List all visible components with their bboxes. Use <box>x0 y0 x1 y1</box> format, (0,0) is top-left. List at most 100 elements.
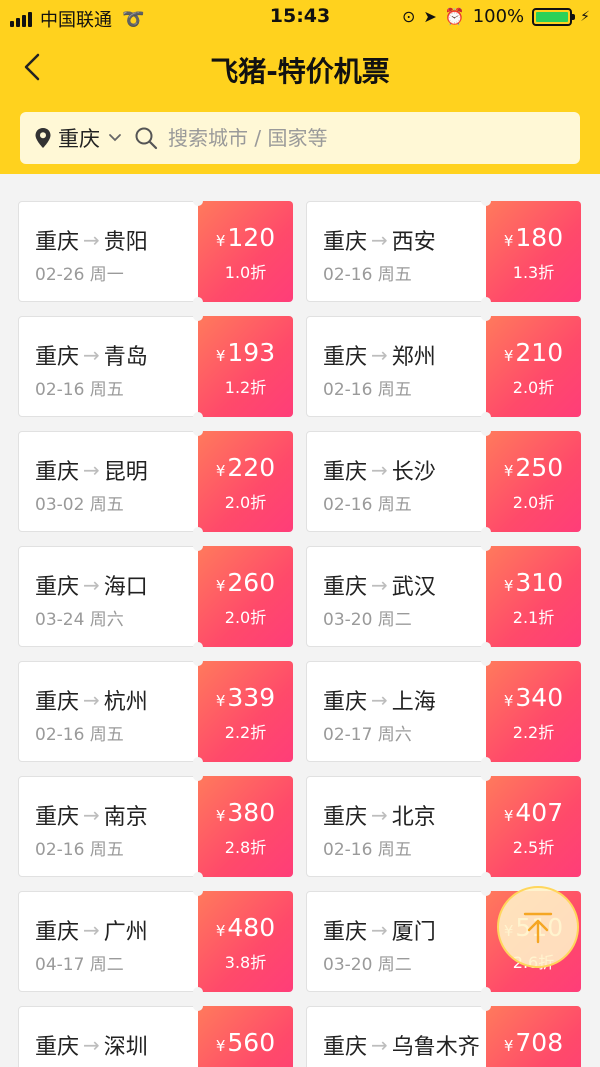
deal-route: 重庆 → 贵阳 <box>35 224 148 256</box>
deal-discount: 2.2折 <box>512 723 555 742</box>
deal-price: ¥193 <box>198 338 293 367</box>
deal-price-panel: ¥380 2.8折 <box>193 771 293 882</box>
price-value: 310 <box>515 568 564 597</box>
origin-city: 重庆 <box>35 575 80 600</box>
search-input[interactable] <box>168 126 548 150</box>
ticket-notch <box>193 771 203 781</box>
deal-price: ¥120 <box>198 223 293 252</box>
deal-date: 04-17 周二 <box>35 955 124 975</box>
deal-date: 02-26 周一 <box>35 265 124 285</box>
destination-city: 郑州 <box>391 345 436 370</box>
route-arrow-icon: → <box>83 343 100 367</box>
deal-info: 重庆 → 上海 02-17 周六 <box>307 662 488 763</box>
deal-route: 重庆 → 长沙 <box>323 454 436 486</box>
deal-discount: 1.3折 <box>512 263 555 282</box>
deal-discount: 2.8折 <box>224 838 267 857</box>
ticket-notch <box>481 426 491 436</box>
ticket-notch <box>481 987 491 997</box>
ticket-notch <box>481 311 491 321</box>
deal-route: 重庆 → 广州 <box>35 914 148 946</box>
route-arrow-icon: → <box>371 1033 388 1057</box>
deal-card[interactable]: 重庆 → 西安 02-16 周五 ¥180 1.3折 <box>306 196 581 307</box>
ticket-notch <box>481 886 491 896</box>
price-value: 708 <box>515 1028 564 1057</box>
deal-info: 重庆 → 乌鲁木齐 <box>307 1007 488 1067</box>
deal-card[interactable]: 重庆 → 杭州 02-16 周五 ¥339 2.2折 <box>18 656 293 767</box>
deal-route: 重庆 → 杭州 <box>35 684 148 716</box>
destination-city: 杭州 <box>103 690 148 715</box>
deal-route: 重庆 → 青岛 <box>35 339 148 371</box>
origin-city: 重庆 <box>35 460 80 485</box>
deal-route: 重庆 → 郑州 <box>323 339 436 371</box>
deal-card[interactable]: 重庆 → 南京 02-16 周五 ¥380 2.8折 <box>18 771 293 882</box>
destination-city: 海口 <box>103 575 148 600</box>
deal-card[interactable]: 重庆 → 长沙 02-16 周五 ¥250 2.0折 <box>306 426 581 537</box>
currency-symbol: ¥ <box>503 462 514 480</box>
ticket-notch <box>481 656 491 666</box>
ticket-notch <box>193 311 203 321</box>
deal-date: 02-16 周五 <box>323 495 412 515</box>
deal-price: ¥480 <box>198 913 293 942</box>
currency-symbol: ¥ <box>215 462 226 480</box>
deal-discount: 2.5折 <box>512 838 555 857</box>
deal-discount: 1.2折 <box>224 378 267 397</box>
deal-date: 03-20 周二 <box>323 610 412 630</box>
battery-percent: 100% <box>472 6 525 27</box>
price-value: 180 <box>515 223 564 252</box>
arrow-up-to-top-icon <box>523 912 553 944</box>
currency-symbol: ¥ <box>503 232 514 250</box>
currency-symbol: ¥ <box>503 807 514 825</box>
route-arrow-icon: → <box>371 228 388 252</box>
deal-route: 重庆 → 上海 <box>323 684 436 716</box>
ticket-notch <box>481 642 491 652</box>
deal-info: 重庆 → 广州 04-17 周二 <box>19 892 200 993</box>
deal-card[interactable]: 重庆 → 贵阳 02-26 周一 ¥120 1.0折 <box>18 196 293 307</box>
deal-date: 02-16 周五 <box>323 840 412 860</box>
origin-city: 重庆 <box>35 230 80 255</box>
ticket-notch <box>481 771 491 781</box>
deal-route: 重庆 → 西安 <box>323 224 436 256</box>
deal-discount: 2.0折 <box>224 493 267 512</box>
search-icon <box>135 127 158 150</box>
city-selector[interactable]: 重庆 <box>58 123 100 153</box>
ticket-notch <box>481 872 491 882</box>
chevron-down-icon[interactable] <box>108 131 122 145</box>
location-pin-icon <box>35 128 51 148</box>
header: 中国联通 ➰ 15:43 ⊙ ➤ ⏰ 100% ⚡ 飞猪-特价机票 重庆 <box>0 0 600 174</box>
deal-card[interactable]: 重庆 → 乌鲁木齐 ¥708 <box>306 1001 581 1067</box>
currency-symbol: ¥ <box>215 577 226 595</box>
origin-city: 重庆 <box>323 690 368 715</box>
back-to-top-button[interactable] <box>497 886 579 968</box>
charging-icon: ⚡ <box>580 8 590 25</box>
deal-card[interactable]: 重庆 → 海口 03-24 周六 ¥260 2.0折 <box>18 541 293 652</box>
deal-price: ¥560 <box>198 1028 293 1057</box>
deal-card[interactable]: 重庆 → 郑州 02-16 周五 ¥210 2.0折 <box>306 311 581 422</box>
orientation-lock-icon: ⊙ <box>401 7 416 26</box>
deal-card[interactable]: 重庆 → 青岛 02-16 周五 ¥193 1.2折 <box>18 311 293 422</box>
price-value: 380 <box>227 798 276 827</box>
deal-price: ¥210 <box>486 338 581 367</box>
deal-price-panel: ¥120 1.0折 <box>193 196 293 307</box>
currency-symbol: ¥ <box>503 1037 514 1055</box>
deal-card[interactable]: 重庆 → 武汉 03-20 周二 ¥310 2.1折 <box>306 541 581 652</box>
route-arrow-icon: → <box>83 1033 100 1057</box>
deal-price-panel: ¥193 1.2折 <box>193 311 293 422</box>
destination-city: 广州 <box>103 920 148 945</box>
deal-info: 重庆 → 贵阳 02-26 周一 <box>19 202 200 303</box>
deal-info: 重庆 → 昆明 03-02 周五 <box>19 432 200 533</box>
deal-card[interactable]: 重庆 → 广州 04-17 周二 ¥480 3.8折 <box>18 886 293 997</box>
ticket-notch <box>481 297 491 307</box>
deal-discount: 3.8折 <box>224 953 267 972</box>
deal-route: 重庆 → 武汉 <box>323 569 436 601</box>
deal-info: 重庆 → 海口 03-24 周六 <box>19 547 200 648</box>
deal-price: ¥310 <box>486 568 581 597</box>
ticket-notch <box>481 1001 491 1011</box>
deal-card[interactable]: 重庆 → 上海 02-17 周六 ¥340 2.2折 <box>306 656 581 767</box>
deal-card[interactable]: 重庆 → 北京 02-16 周五 ¥407 2.5折 <box>306 771 581 882</box>
deal-date: 03-02 周五 <box>35 495 124 515</box>
deal-price-panel: ¥260 2.0折 <box>193 541 293 652</box>
ticket-notch <box>193 642 203 652</box>
deal-card[interactable]: 重庆 → 昆明 03-02 周五 ¥220 2.0折 <box>18 426 293 537</box>
deal-card[interactable]: 重庆 → 深圳 ¥560 <box>18 1001 293 1067</box>
destination-city: 西安 <box>391 230 436 255</box>
